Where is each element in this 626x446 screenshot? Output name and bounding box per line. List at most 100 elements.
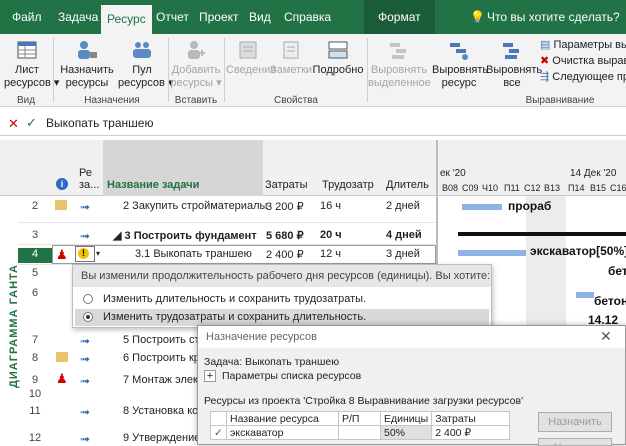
clear-icon: ✖ <box>540 55 550 67</box>
task-name[interactable]: 3.1 Выкопать траншею <box>135 248 252 260</box>
summary-bar[interactable] <box>458 232 626 236</box>
row-number[interactable]: 5 <box>18 267 52 279</box>
task-name-summary[interactable]: ◢ 3 Построить фундамент <box>113 229 257 242</box>
confirm-entry-icon[interactable]: ✓ <box>26 115 37 131</box>
task-name[interactable]: 8 Установка кот <box>123 405 203 417</box>
col-task-mode[interactable]: Ре за... <box>79 167 99 191</box>
option-radio[interactable] <box>83 294 93 304</box>
level-selection-button[interactable]: Выровнять выделенное <box>368 38 431 90</box>
add-resources-button[interactable]: Добавить ресурсы ▾ <box>170 38 222 90</box>
option-radio-selected[interactable] <box>83 312 93 322</box>
task-name[interactable]: 6 Построить кр <box>123 352 200 364</box>
task-cost[interactable]: 5 680 ₽ <box>266 229 304 242</box>
resource-name[interactable]: экскаватор <box>226 425 339 440</box>
day-label: С16 <box>610 183 626 193</box>
auto-schedule-icon: ➟ <box>80 229 91 243</box>
task-duration[interactable]: 2 дней <box>386 200 420 212</box>
close-icon[interactable]: ✕ <box>600 328 612 345</box>
row-number[interactable]: 12 <box>18 432 52 444</box>
row-number[interactable]: 7 <box>18 334 52 346</box>
clear-leveling-button[interactable]: ✖ Очистка выравн <box>540 54 626 67</box>
people-icon <box>78 41 97 59</box>
assigned-check-icon[interactable]: ✓ <box>210 425 227 440</box>
task-work[interactable]: 12 ч <box>320 248 341 260</box>
tab-task[interactable]: Задача <box>58 0 98 34</box>
assign-resources-dialog: Назначение ресурсов ✕ Задача: Выкопать т… <box>197 325 626 446</box>
gantt-bar[interactable] <box>576 292 594 298</box>
gantt-bar-selected[interactable] <box>458 250 526 256</box>
row-number[interactable]: 9 <box>18 374 52 386</box>
level-selection-icon <box>390 43 406 59</box>
row-number[interactable]: 2 <box>18 200 52 212</box>
col-work[interactable]: Трудозатр <box>322 179 374 191</box>
tab-report[interactable]: Отчет <box>156 0 189 34</box>
resource-units[interactable]: 50% <box>379 425 433 440</box>
gantt-bar[interactable] <box>462 204 502 210</box>
expand-icon[interactable]: + <box>204 370 216 382</box>
info-card-icon <box>239 41 257 59</box>
cancel-entry-icon[interactable]: ✕ <box>8 116 19 132</box>
task-name[interactable]: 9 Утверждение <box>123 432 200 444</box>
col-resource-name: Название ресурса <box>226 411 339 426</box>
col-cost[interactable]: Затраты <box>265 179 308 191</box>
list-options-link[interactable]: Параметры списка ресурсов <box>222 370 361 382</box>
level-all-button[interactable]: Выровнять все <box>486 38 542 90</box>
task-work[interactable]: 20 ч <box>320 229 342 241</box>
resource-pool-button[interactable]: Пул ресурсов ▾ <box>118 38 173 90</box>
day-label: П11 <box>504 183 520 193</box>
row-number[interactable]: 11 <box>18 405 52 417</box>
note-icon <box>55 200 67 210</box>
tab-project[interactable]: Проект <box>199 0 239 34</box>
option-label[interactable]: Изменить трудозатраты и сохранить длител… <box>103 311 366 323</box>
col-task-name[interactable]: Название задачи <box>107 179 199 191</box>
smart-tag-question: Вы изменили продолжительность рабочего д… <box>73 265 491 287</box>
level-all-icon <box>503 43 519 59</box>
group-label-insert: Вставить <box>174 95 218 106</box>
separator <box>53 38 54 102</box>
group-label-level: Выравнивание <box>525 95 595 106</box>
task-duration[interactable]: 3 дней <box>386 248 420 260</box>
row-number-selected[interactable]: 4 <box>18 248 52 263</box>
warning-icon: ! <box>78 248 89 259</box>
row-divider <box>18 222 436 223</box>
task-name[interactable]: 7 Монтаж элек <box>123 374 198 386</box>
task-duration[interactable]: 4 дней <box>386 229 422 241</box>
task-cost[interactable]: 2 400 ₽ <box>266 248 304 261</box>
leveling-options-button[interactable]: ▤ Параметры выр <box>540 38 626 51</box>
bar-label: бетонщ <box>608 264 626 278</box>
dialog-title: Назначение ресурсов <box>206 331 317 343</box>
task-cost[interactable]: 3 200 ₽ <box>266 200 304 213</box>
task-name[interactable]: 2 Закупить стройматериалы <box>123 200 267 212</box>
resource-sheet-button[interactable]: Лист ресурсов ▾ <box>4 38 59 90</box>
row-number[interactable]: 10 <box>18 388 52 400</box>
chevron-down-icon[interactable]: ▾ <box>96 249 100 258</box>
details-button[interactable]: Подробно <box>312 38 364 77</box>
row-number[interactable]: 8 <box>18 352 52 364</box>
table-icon <box>17 41 37 59</box>
tab-file[interactable]: Файл <box>12 0 42 34</box>
tab-help[interactable]: Справка <box>284 0 331 34</box>
tab-resource[interactable]: Ресурс <box>101 5 152 34</box>
auto-schedule-icon: ➟ <box>80 374 91 388</box>
smart-tag-popup: Вы изменили продолжительность рабочего д… <box>72 264 492 328</box>
task-work[interactable]: 16 ч <box>320 200 341 212</box>
notes-icon <box>283 41 299 59</box>
tell-me-box[interactable]: Что вы хотите сделать? <box>487 0 620 34</box>
row-number[interactable]: 3 <box>18 229 52 241</box>
option-label[interactable]: Изменить длительность и сохранить трудоз… <box>103 293 366 305</box>
assign-resources-button[interactable]: Назначить ресурсы <box>58 38 116 90</box>
assign-button[interactable]: Назначить <box>538 412 612 432</box>
tab-view[interactable]: Вид <box>249 0 271 34</box>
row-number[interactable]: 6 <box>18 287 52 299</box>
info-column-icon[interactable]: i <box>56 178 68 190</box>
next-overallocation-button[interactable]: ⇶ Следующее пре <box>540 70 626 83</box>
notes-button[interactable]: Заметки <box>270 38 312 77</box>
col-duration[interactable]: Длитель <box>386 179 429 191</box>
entry-field[interactable]: Выкопать траншею <box>46 116 153 130</box>
information-button[interactable]: Сведения <box>226 38 276 77</box>
separator <box>168 38 169 102</box>
tab-format[interactable]: Формат <box>364 0 435 34</box>
task-caption: Задача: Выкопать траншею <box>204 356 340 368</box>
level-resource-button[interactable]: Выровнять ресурс <box>432 38 488 90</box>
ribbon-tab-bar: Файл Задача Ресурс Отчет Проект Вид Спра… <box>0 0 626 34</box>
